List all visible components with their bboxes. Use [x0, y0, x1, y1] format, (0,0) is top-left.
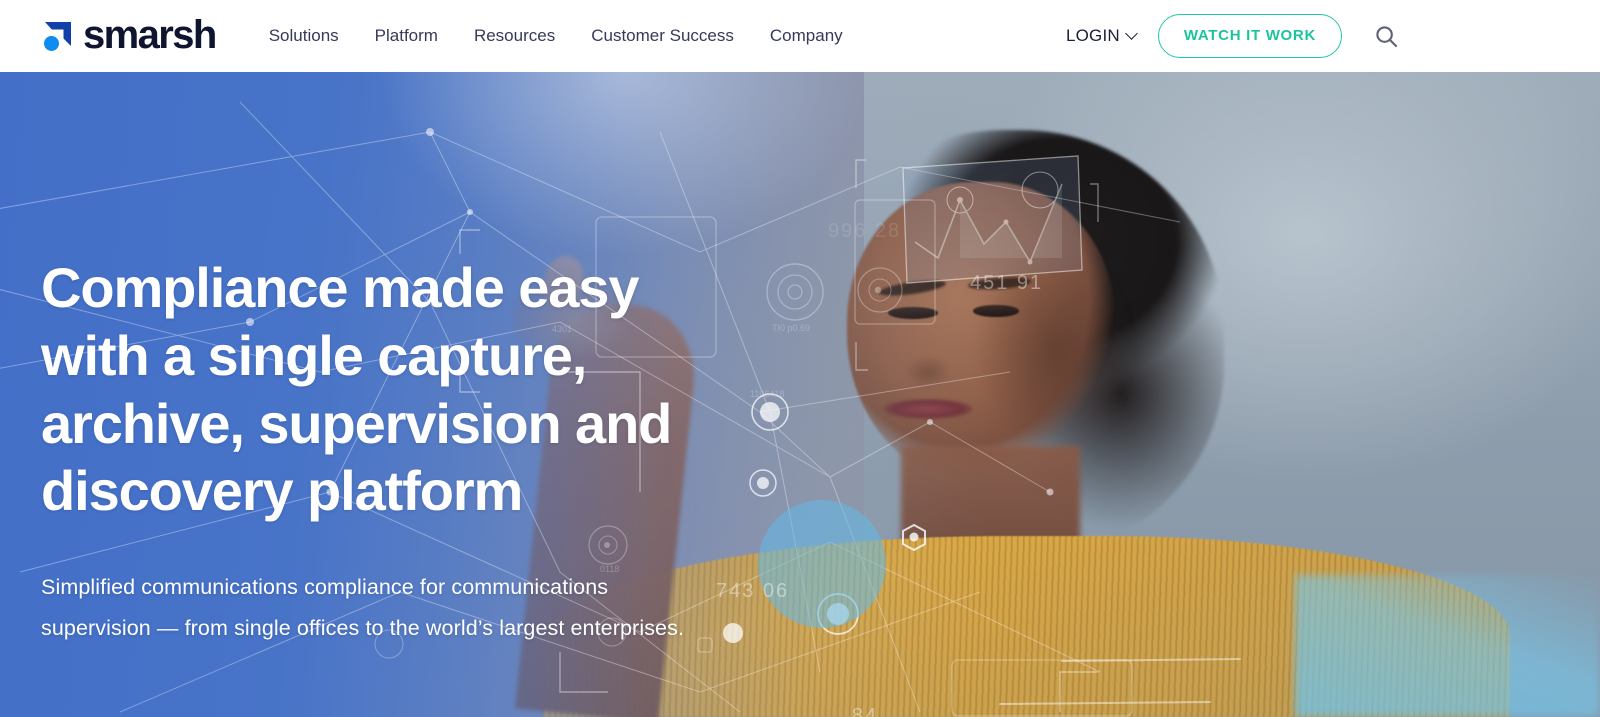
login-label: LOGIN: [1065, 26, 1120, 45]
nav-item-company[interactable]: Company: [752, 0, 861, 72]
nav-item-resources[interactable]: Resources: [456, 0, 573, 72]
search-button[interactable]: [1372, 22, 1400, 50]
nav-item-solutions[interactable]: Solutions: [251, 0, 357, 72]
brand-wordmark: smarsh: [83, 13, 217, 57]
search-icon: [1375, 25, 1397, 47]
login-menu[interactable]: LOGIN: [1065, 26, 1138, 46]
watch-it-work-button[interactable]: WATCH IT WORK: [1157, 14, 1342, 58]
hero-copy: Compliance made easy with a single captu…: [41, 254, 741, 650]
brand-logo-link[interactable]: smarsh: [38, 0, 217, 72]
hero-headline: Compliance made easy with a single captu…: [41, 256, 672, 523]
nav-item-customer-success[interactable]: Customer Success: [573, 0, 752, 72]
chevron-down-icon: [1124, 26, 1138, 40]
primary-nav: Solutions Platform Resources Customer Su…: [251, 0, 861, 72]
hero-subheadline: Simplified communications compliance for…: [41, 575, 685, 641]
smarsh-mark-icon: [38, 16, 78, 56]
site-header: smarsh Solutions Platform Resources Cust…: [0, 0, 1600, 72]
header-actions: LOGIN WATCH IT WORK: [1066, 14, 1400, 58]
nav-item-platform[interactable]: Platform: [357, 0, 456, 72]
hero-section: 451 91 743 06 84 996 28 1106418 0118 430…: [0, 72, 1600, 717]
